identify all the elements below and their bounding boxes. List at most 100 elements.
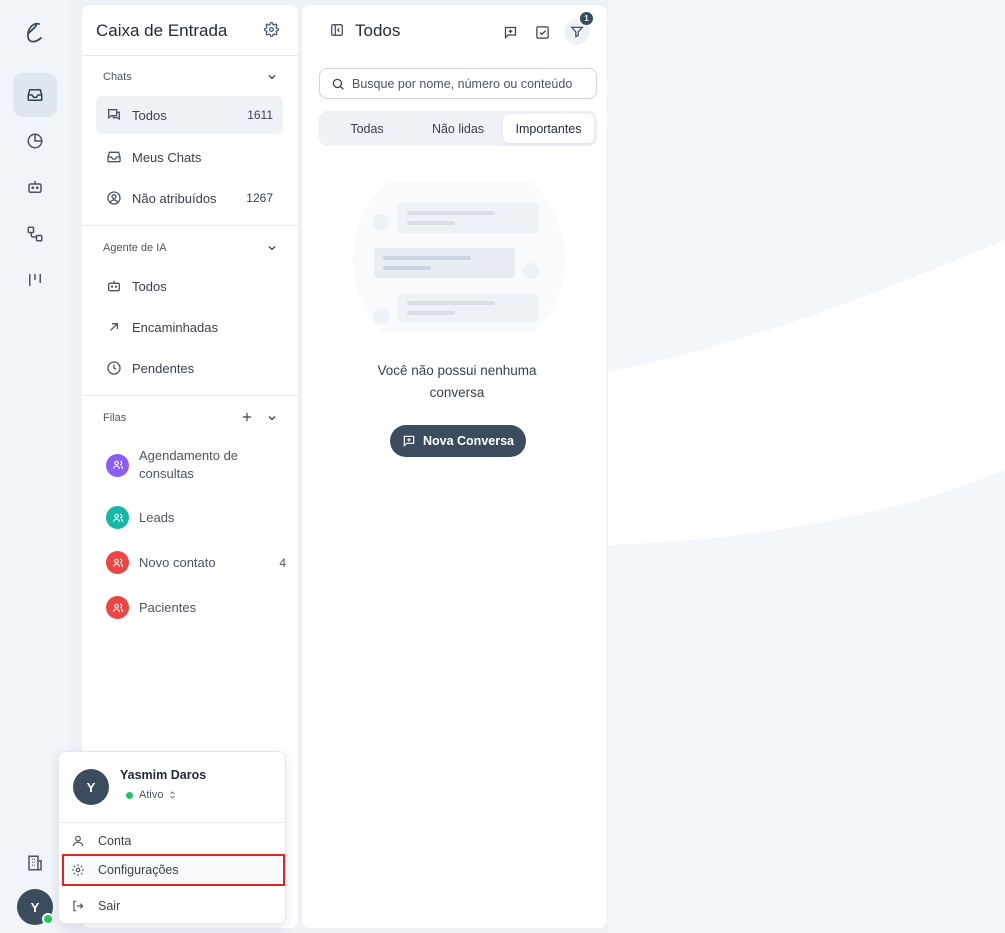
users-icon	[106, 551, 129, 574]
queue-item[interactable]: Leads	[106, 506, 286, 529]
gear-icon	[264, 22, 279, 37]
search-icon	[332, 78, 344, 90]
bot-nav-button[interactable]	[13, 165, 57, 209]
menu-item-conta[interactable]: Conta	[64, 826, 284, 856]
collapse-panel-button[interactable]	[330, 23, 344, 37]
checkbox-icon	[535, 25, 549, 39]
new-conversation-label: Nova Conversa	[422, 434, 514, 448]
nav-item-count: 1267	[246, 191, 273, 205]
nav-item-encaminhadas[interactable]: Encaminhadas	[96, 308, 283, 346]
sidebar-collapse-icon	[331, 24, 343, 36]
clock-icon	[107, 361, 121, 375]
queue-item[interactable]: Pacientes	[106, 596, 286, 619]
divider	[82, 225, 298, 226]
user-name: Yasmim Daros	[120, 768, 207, 782]
chevron-updown-icon	[170, 791, 176, 799]
queue-item[interactable]: Agendamento de consultas	[106, 447, 286, 483]
section-label-chats: Chats	[103, 71, 132, 83]
kanban-nav-button[interactable]	[13, 258, 57, 302]
nav-item-label: Não atribuídos	[132, 190, 217, 206]
building-icon	[28, 855, 42, 871]
ai-agent-collapse-button[interactable]	[266, 242, 278, 254]
inbox-icon	[107, 151, 121, 163]
menu-item-configuracoes[interactable]: Configurações	[62, 854, 285, 886]
new-message-button[interactable]	[499, 21, 521, 43]
bot-icon	[108, 280, 120, 292]
queue-count: 4	[279, 555, 286, 570]
divider	[82, 55, 298, 56]
menu-item-label: Configurações	[98, 863, 179, 877]
chevron-down-icon	[268, 246, 276, 251]
queue-label: Leads	[139, 509, 175, 525]
filter-icon	[570, 26, 584, 38]
tab-todas[interactable]: Todas	[323, 114, 411, 143]
nav-item-pendentes[interactable]: Pendentes	[96, 349, 283, 387]
new-conversation-button[interactable]: Nova Conversa	[390, 425, 526, 457]
users-icon	[106, 506, 129, 529]
users-icon	[106, 453, 129, 477]
users-icon	[106, 596, 129, 619]
queue-item[interactable]: Novo contato 4	[106, 551, 286, 574]
nav-item-label: Encaminhadas	[132, 319, 218, 335]
flows-nav-button[interactable]	[13, 212, 57, 256]
menu-item-sair[interactable]: Sair	[64, 891, 284, 921]
bot-icon	[28, 181, 42, 193]
logout-icon	[73, 900, 84, 912]
user-menu-popup: Y Yasmim Daros Ativo Conta Configurações…	[58, 751, 286, 924]
nav-item-nao-atribuidos[interactable]: Não atribuídos 1267	[96, 179, 283, 217]
nav-item-meus-chats[interactable]: Meus Chats	[96, 138, 283, 176]
inbox-settings-button[interactable]	[264, 22, 279, 37]
status-selector[interactable]: Ativo	[126, 789, 177, 801]
conversation-panel: Todos 1 Todas Não lidas Importantes	[302, 5, 607, 928]
status-label: Ativo	[139, 789, 164, 801]
gear-icon	[72, 864, 84, 876]
select-button[interactable]	[531, 21, 553, 43]
add-queue-button[interactable]	[240, 410, 254, 424]
queue-label: Novo contato	[139, 554, 216, 570]
user-icon	[72, 835, 84, 847]
divider	[59, 822, 285, 823]
section-label-ai-agent: Agente de IA	[103, 242, 167, 254]
status-dot	[126, 791, 133, 799]
queue-label: Agendamento de consultas	[139, 448, 239, 481]
tab-importantes[interactable]: Importantes	[503, 114, 594, 143]
nav-item-label: Meus Chats	[132, 149, 202, 165]
columns-icon	[29, 274, 41, 286]
user-circle-icon	[107, 191, 121, 205]
inbox-icon	[27, 89, 43, 101]
filter-count-badge: 1	[580, 12, 593, 25]
chevron-down-icon	[268, 75, 276, 80]
background-decoration	[608, 0, 1005, 933]
plus-icon	[242, 412, 252, 422]
company-nav-button[interactable]	[13, 841, 57, 885]
queue-label: Pacientes	[139, 599, 197, 615]
inbox-title: Caixa de Entrada	[96, 21, 228, 40]
filter-tabs: Todas Não lidas Importantes	[319, 111, 597, 146]
menu-item-label: Sair	[98, 899, 121, 913]
nav-item-label: Todos	[132, 107, 167, 123]
menu-item-label: Conta	[98, 834, 132, 848]
tab-nao-lidas[interactable]: Não lidas	[414, 114, 502, 143]
queues-collapse-button[interactable]	[266, 412, 278, 424]
search-field[interactable]	[319, 68, 597, 99]
workflow-icon	[27, 226, 43, 242]
nav-item-ai-todos[interactable]: Todos	[96, 267, 283, 305]
conversation-title: Todos	[355, 21, 401, 40]
nav-item-label: Pendentes	[132, 360, 195, 376]
nav-item-label: Todos	[132, 278, 167, 294]
message-plus-icon	[403, 435, 415, 448]
nav-item-chats-todos[interactable]: Todos 1611	[96, 96, 283, 134]
nav-item-count: 1611	[247, 108, 273, 122]
app-logo-icon	[22, 18, 48, 48]
inbox-nav-button[interactable]	[13, 73, 57, 117]
empty-state-message: Você não possui nenhuma conversa	[377, 363, 537, 400]
chats-collapse-button[interactable]	[266, 71, 278, 83]
message-plus-icon	[504, 26, 516, 39]
arrow-up-right-icon	[110, 323, 118, 331]
section-label-queues: Filas	[103, 412, 127, 424]
divider	[82, 395, 298, 396]
reports-nav-button[interactable]	[13, 119, 57, 163]
online-status-dot	[42, 913, 54, 925]
search-input[interactable]	[352, 76, 582, 91]
popup-avatar: Y	[73, 769, 109, 805]
